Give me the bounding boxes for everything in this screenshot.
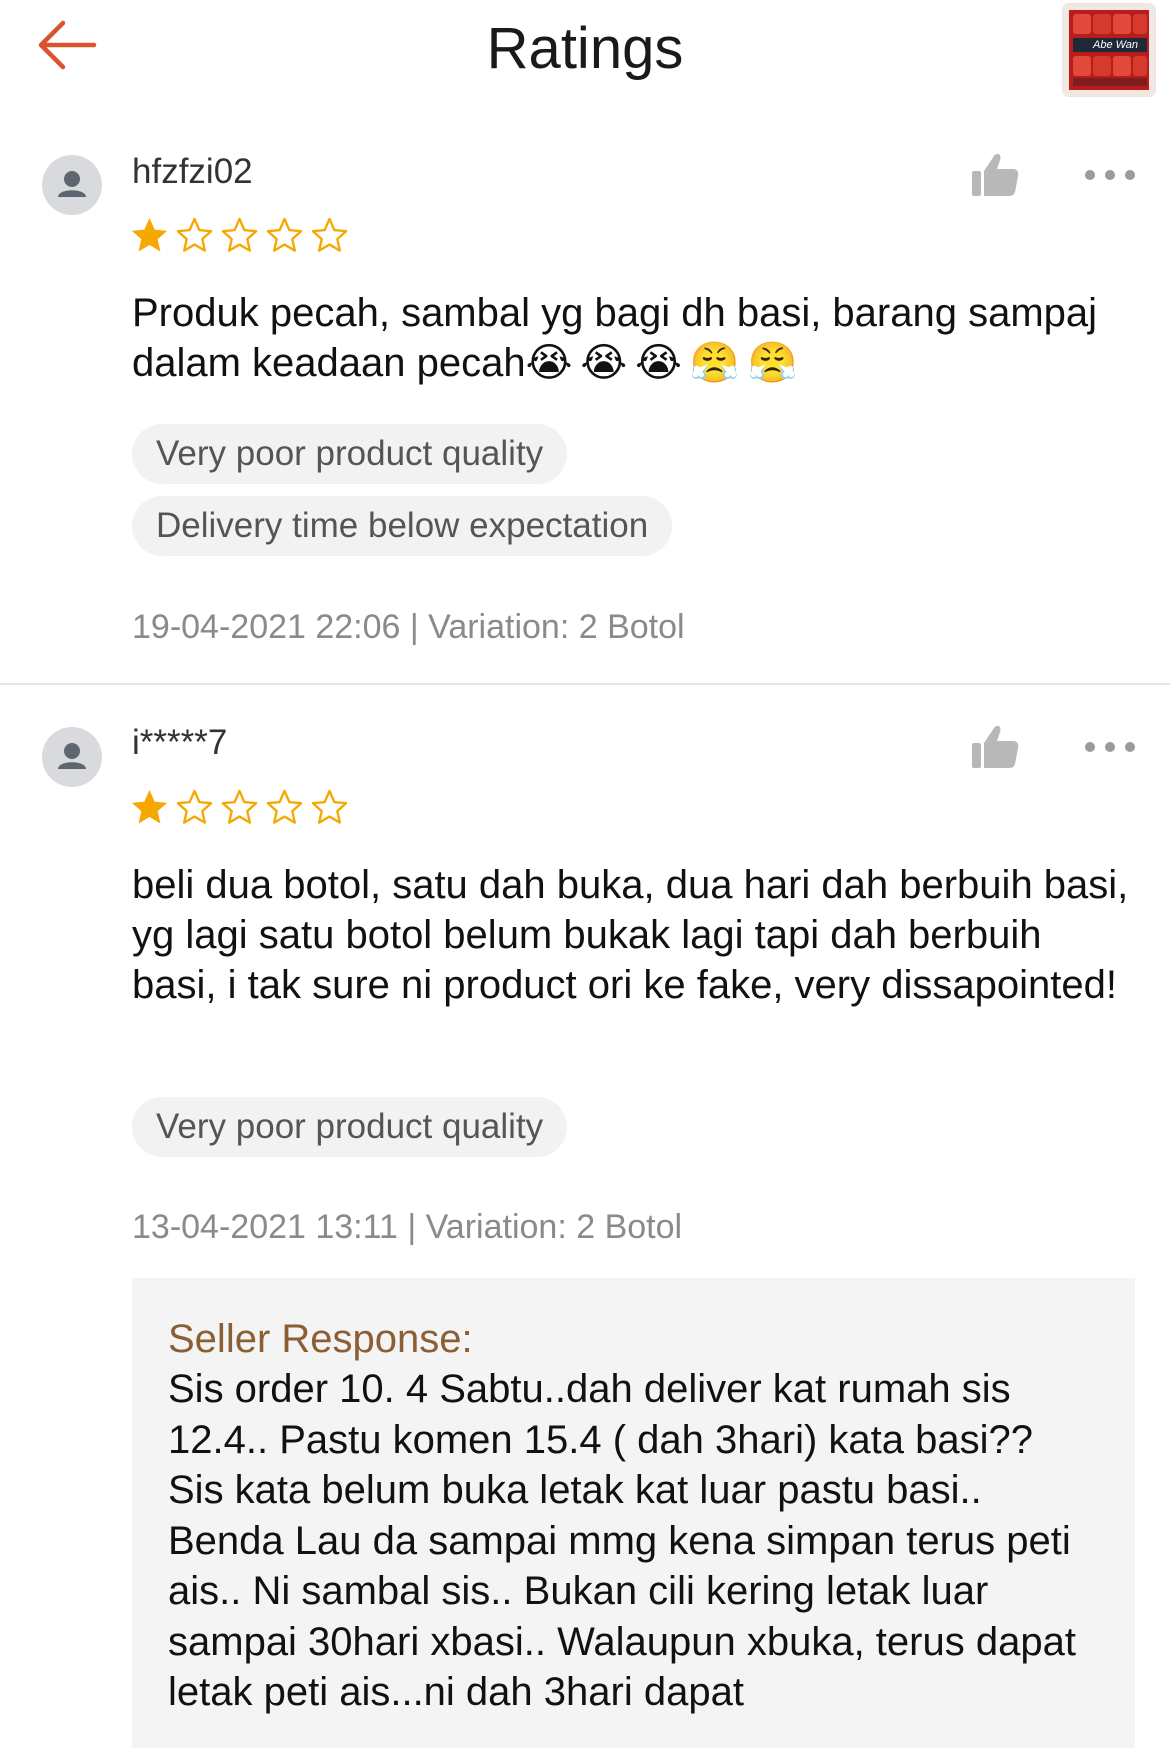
like-button[interactable] [970, 150, 1022, 202]
star-rating [130, 216, 349, 256]
thumbs-up-icon [972, 153, 1019, 196]
star-filled-icon [131, 217, 168, 252]
review-divider [0, 683, 1170, 685]
like-button[interactable] [970, 722, 1022, 774]
more-dots-icon [1085, 170, 1135, 180]
thumbs-up-icon [972, 725, 1019, 768]
star-empty-icon [311, 789, 348, 824]
seller-response-label: Seller Response: [168, 1317, 473, 1361]
star-empty-icon [311, 217, 348, 252]
review-meta: 19-04-2021 22:06 | Variation: 2 Botol [132, 608, 685, 646]
product-thumb-label: Abe Wan [1093, 39, 1139, 51]
user-icon [58, 171, 86, 197]
review-username: hfzfzi02 [132, 152, 253, 191]
more-options-button[interactable] [1082, 735, 1138, 759]
star-empty-icon [176, 789, 213, 824]
review-comment: Produk pecah, sambal yg bagi dh basi, ba… [132, 288, 1132, 388]
header: Ratings Abe Wan [0, 0, 1170, 108]
page-title: Ratings [486, 16, 684, 81]
review-tag[interactable]: Very poor product quality [132, 1097, 568, 1157]
avatar[interactable] [42, 727, 102, 787]
review-tag[interactable]: Delivery time below expectation [132, 496, 673, 556]
review-meta: 13-04-2021 13:11 | Variation: 2 Botol [132, 1208, 683, 1246]
seller-response: Seller Response: Sis order 10. 4 Sabtu..… [132, 1278, 1135, 1748]
star-empty-icon [221, 789, 258, 824]
star-empty-icon [266, 789, 303, 824]
avatar[interactable] [42, 155, 102, 215]
review-comment: beli dua botol, satu dah buka, dua hari … [132, 863, 1129, 1007]
review-username: i*****7 [132, 723, 228, 762]
product-thumbnail[interactable]: Abe Wan [1063, 4, 1155, 96]
star-empty-icon [221, 217, 258, 252]
star-filled-icon [131, 789, 168, 824]
user-icon [58, 743, 86, 769]
seller-response-text: Sis order 10. 4 Sabtu..dah deliver kat r… [168, 1367, 1076, 1714]
more-options-button[interactable] [1082, 163, 1138, 187]
star-empty-icon [266, 217, 303, 252]
review-emojis: 😭😭😭😤😤 [525, 341, 806, 385]
review-tag[interactable]: Very poor product quality [132, 424, 568, 484]
more-dots-icon [1085, 742, 1135, 752]
star-rating [130, 788, 349, 828]
star-empty-icon [176, 217, 213, 252]
